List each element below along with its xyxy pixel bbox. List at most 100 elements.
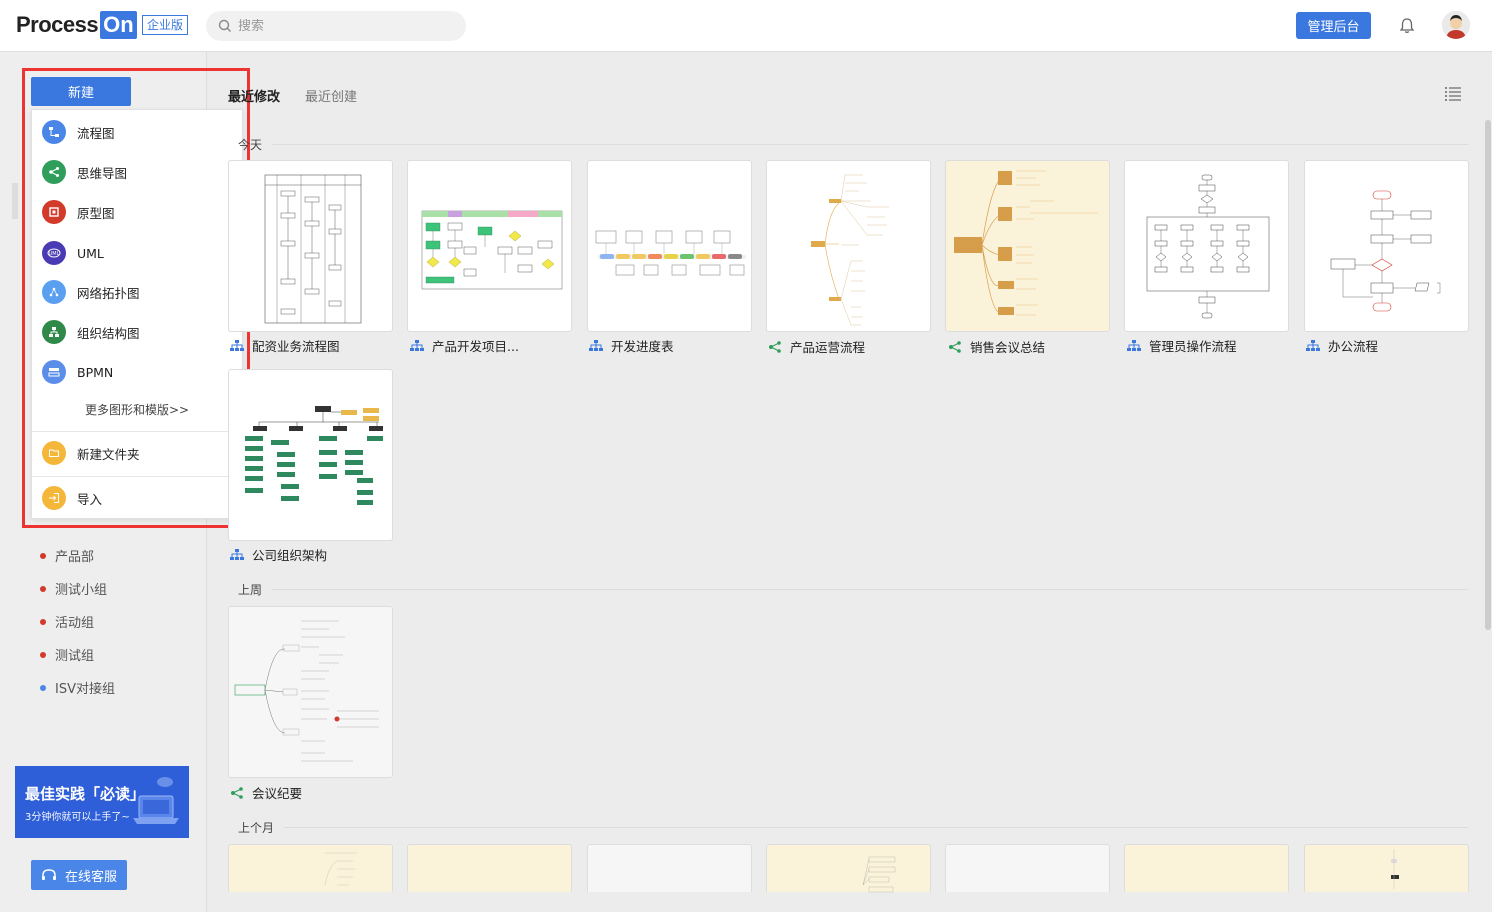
- team-item-isv[interactable]: ISV对接组: [40, 678, 115, 697]
- file-name: 配资业务流程图: [252, 339, 340, 354]
- team-label: 活动组: [55, 616, 95, 631]
- collapsed-nav-marker: [12, 183, 18, 219]
- file-card-thumbnail[interactable]: [587, 844, 752, 892]
- team-label: ISV对接组: [55, 682, 115, 697]
- flowchart-type-icon: [589, 339, 603, 351]
- flowchart-type-icon: [230, 548, 244, 560]
- section-divider: [272, 589, 1468, 590]
- menu-label: 流程图: [77, 125, 115, 141]
- flowchart-type-icon: [230, 339, 244, 351]
- top-bar: Process On 企业版 管理后台: [0, 0, 1492, 52]
- menu-label: 导入: [77, 491, 103, 507]
- file-card-7[interactable]: 办公流程: [1306, 336, 1378, 355]
- network-icon: [42, 280, 66, 304]
- search-box[interactable]: [206, 11, 466, 41]
- file-card-thumbnail[interactable]: [228, 160, 393, 332]
- file-name: 开发进度表: [611, 339, 674, 354]
- file-card-thumbnail[interactable]: [945, 160, 1110, 332]
- file-name: 产品运营流程: [790, 340, 866, 355]
- list-view-icon[interactable]: [1444, 86, 1462, 102]
- file-card-9[interactable]: 会议纪要: [230, 783, 302, 802]
- tab-recent-created[interactable]: 最近创建: [305, 86, 357, 105]
- file-card-8[interactable]: 公司组织架构: [230, 545, 327, 564]
- team-item-test-team[interactable]: 测试小组: [40, 579, 107, 598]
- team-dot: [40, 585, 46, 592]
- admin-button[interactable]: 管理后台: [1296, 12, 1371, 39]
- online-service-button[interactable]: 在线客服: [31, 860, 127, 890]
- section-divider: [272, 144, 1468, 145]
- bell-icon[interactable]: [1397, 16, 1417, 36]
- file-card-thumbnail[interactable]: [407, 844, 572, 892]
- menu-label: 原型图: [77, 205, 115, 221]
- search-input[interactable]: [238, 18, 458, 34]
- section-today: 今天: [238, 138, 263, 152]
- file-card-thumbnail[interactable]: [945, 844, 1110, 892]
- flowchart-type-icon: [1127, 339, 1141, 351]
- file-card-thumbnail[interactable]: [228, 606, 393, 778]
- file-card-1[interactable]: 配资业务流程图: [230, 336, 340, 355]
- user-avatar[interactable]: [1442, 11, 1470, 39]
- file-card-thumbnail[interactable]: [1304, 844, 1469, 892]
- team-dot: [40, 651, 46, 658]
- file-card-thumbnail[interactable]: [228, 844, 393, 892]
- team-label: 产品部: [55, 550, 95, 565]
- file-card-thumbnail[interactable]: [407, 160, 572, 332]
- file-name: 公司组织架构: [252, 548, 328, 563]
- team-item-product[interactable]: 产品部: [40, 546, 94, 565]
- main-content: 最近修改 最近创建 今天 配资业务流程图 产品开发项目... 开发进度表 产品运…: [208, 52, 1492, 912]
- prototype-icon: [42, 200, 66, 224]
- file-card-3[interactable]: 开发进度表: [589, 336, 674, 355]
- section-last-month: 上个月: [238, 821, 275, 835]
- section-last-week: 上周: [238, 583, 263, 597]
- menu-label: BPMN: [77, 364, 114, 380]
- mindmap-type-icon: [949, 340, 961, 353]
- menu-label: 思维导图: [77, 165, 128, 181]
- team-label: 测试小组: [55, 583, 108, 598]
- file-card-thumbnail[interactable]: [587, 160, 752, 332]
- best-practice-banner[interactable]: 最佳实践「必读」 3分钟你就可以上手了~: [15, 766, 189, 838]
- file-card-5[interactable]: 销售会议总结: [948, 337, 1045, 356]
- menu-label: UML: [77, 245, 104, 261]
- file-card-thumbnail[interactable]: [766, 160, 931, 332]
- team-item-test[interactable]: 测试组: [40, 645, 94, 664]
- tab-recent-modified[interactable]: 最近修改: [228, 86, 280, 105]
- new-button[interactable]: 新建: [31, 77, 131, 106]
- file-card-2[interactable]: 产品开发项目...: [410, 336, 519, 355]
- flowchart-type-icon: [1306, 339, 1320, 351]
- bpmn-icon: [42, 360, 66, 384]
- mindmap-icon: [42, 160, 66, 184]
- flowchart-icon: [42, 120, 66, 144]
- banner-title: 最佳实践「必读」: [25, 785, 146, 803]
- processon-logo[interactable]: Process On: [16, 10, 137, 40]
- team-label: 测试组: [55, 649, 95, 664]
- mindmap-type-icon: [769, 340, 781, 353]
- file-card-thumbnail[interactable]: [1124, 844, 1289, 892]
- team-dot: [40, 552, 46, 559]
- file-name: 销售会议总结: [970, 340, 1046, 355]
- file-name: 会议纪要: [252, 786, 303, 801]
- team-dot: [40, 684, 46, 691]
- edition-badge: 企业版: [142, 15, 189, 35]
- search-icon: [218, 19, 231, 32]
- org-icon: [42, 320, 66, 344]
- flowchart-type-icon: [410, 339, 424, 351]
- scrollbar[interactable]: [1485, 120, 1491, 630]
- folder-icon: [42, 441, 66, 465]
- file-card-thumbnail[interactable]: [1124, 160, 1289, 332]
- headset-icon: [41, 869, 56, 880]
- menu-label: 组织结构图: [77, 325, 140, 341]
- file-card-thumbnail[interactable]: [1304, 160, 1469, 332]
- import-icon: [42, 486, 66, 510]
- file-card-4[interactable]: 产品运营流程: [768, 337, 865, 356]
- file-name: 办公流程: [1328, 339, 1379, 354]
- team-item-activity[interactable]: 活动组: [40, 612, 94, 631]
- team-dot: [40, 618, 46, 625]
- service-label: 在线客服: [64, 869, 117, 885]
- file-card-6[interactable]: 管理员操作流程: [1127, 336, 1237, 355]
- file-card-thumbnail[interactable]: [228, 369, 393, 541]
- mindmap-type-icon: [231, 786, 243, 799]
- logo-text: Process: [16, 12, 99, 37]
- file-card-thumbnail[interactable]: [766, 844, 931, 893]
- section-divider: [284, 827, 1468, 828]
- uml-icon: UML: [42, 241, 66, 265]
